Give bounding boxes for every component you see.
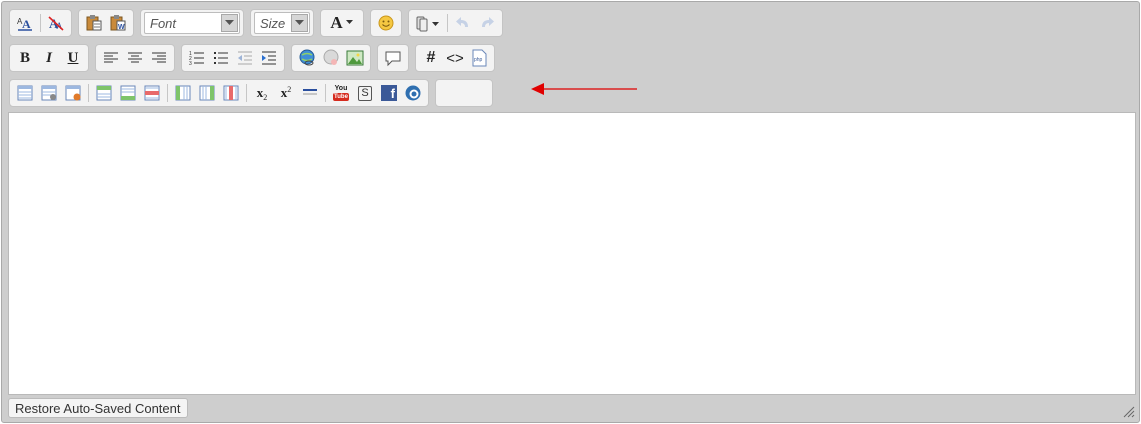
comment-group: [377, 44, 409, 72]
toolbar-row-2: B I U 123 # <> php: [9, 43, 501, 73]
underline-icon[interactable]: U: [62, 47, 84, 69]
svg-text:A: A: [22, 17, 31, 31]
horizontal-rule-icon[interactable]: [299, 82, 321, 104]
table-icon[interactable]: [14, 82, 36, 104]
align-center-icon[interactable]: [124, 47, 146, 69]
separator: [167, 84, 168, 102]
paste-group: W: [78, 9, 134, 37]
anchor-icon[interactable]: #: [420, 47, 442, 69]
spellcheck-icon[interactable]: AA: [14, 12, 36, 34]
youtube-bottom-label: Tube: [333, 93, 349, 101]
separator: [88, 84, 89, 102]
empty-toolbar-group: [435, 79, 493, 107]
size-group: Size: [250, 9, 314, 37]
superscript-icon[interactable]: x2: [275, 82, 297, 104]
editor-content-area[interactable]: [8, 112, 1136, 395]
row-delete-icon[interactable]: [141, 82, 163, 104]
separator: [325, 84, 326, 102]
italic-icon[interactable]: I: [38, 47, 60, 69]
col-after-icon[interactable]: [196, 82, 218, 104]
col-before-icon[interactable]: [172, 82, 194, 104]
spell-group: AA AA: [9, 9, 72, 37]
align-group: [95, 44, 175, 72]
toolbar-row-1: AA AA W Font Size: [9, 8, 509, 38]
undo-icon[interactable]: [452, 12, 474, 34]
subscript-icon[interactable]: x2: [251, 82, 273, 104]
php-icon[interactable]: php: [468, 47, 490, 69]
separator: [246, 84, 247, 102]
svg-text:3: 3: [189, 61, 192, 66]
unlink-icon[interactable]: [320, 47, 342, 69]
bold-icon[interactable]: B: [14, 47, 36, 69]
bullet-list-icon[interactable]: [210, 47, 232, 69]
php-label: php: [474, 57, 483, 63]
basic-styles-group: B I U: [9, 44, 89, 72]
cell-delete-icon[interactable]: [62, 82, 84, 104]
chevron-down-icon[interactable]: [221, 14, 238, 32]
youtube-top-label: You: [334, 85, 348, 92]
link-icon[interactable]: [296, 47, 318, 69]
table-props-icon[interactable]: [38, 82, 60, 104]
row-before-icon[interactable]: [93, 82, 115, 104]
align-left-icon[interactable]: [100, 47, 122, 69]
toolbar-row-3: x2 x2 You Tube S f: [9, 78, 499, 108]
facebook-icon[interactable]: f: [378, 82, 400, 104]
source-icon[interactable]: <>: [444, 47, 466, 69]
media-icon[interactable]: [402, 82, 424, 104]
indent-icon[interactable]: [258, 47, 280, 69]
row-after-icon[interactable]: [117, 82, 139, 104]
restore-autosave-button[interactable]: Restore Auto-Saved Content: [8, 398, 188, 418]
col-delete-icon[interactable]: [220, 82, 242, 104]
superscript-index: 2: [287, 84, 292, 94]
history-group: [408, 9, 503, 37]
numbered-list-icon[interactable]: 123: [186, 47, 208, 69]
emoticon-icon[interactable]: [375, 12, 397, 34]
code-group: # <> php: [415, 44, 495, 72]
table-group: x2 x2 You Tube S f: [9, 79, 429, 107]
list-group: 123: [181, 44, 285, 72]
comment-icon[interactable]: [382, 47, 404, 69]
font-group: Font: [140, 9, 244, 37]
link-group: [291, 44, 371, 72]
outdent-icon[interactable]: [234, 47, 256, 69]
separator: [40, 14, 41, 32]
svg-text:W: W: [118, 24, 125, 31]
size-select-label: Size: [260, 15, 286, 31]
font-select-label: Font: [150, 15, 177, 31]
youtube-icon[interactable]: You Tube: [330, 82, 352, 104]
attachment-icon[interactable]: [413, 12, 443, 34]
subscript-index: 2: [263, 92, 268, 102]
facebook-label: f: [381, 85, 397, 101]
font-color-group: A: [320, 9, 364, 37]
font-color-icon: A: [330, 13, 343, 32]
paste-word-icon[interactable]: W: [107, 12, 129, 34]
align-right-icon[interactable]: [148, 47, 170, 69]
strike-label: S: [358, 85, 372, 101]
separator: [447, 14, 448, 32]
chevron-down-icon[interactable]: [291, 14, 308, 32]
font-color-button[interactable]: A: [325, 12, 359, 34]
emoticon-group: [370, 9, 402, 37]
rich-text-editor: AA AA W Font Size: [1, 1, 1140, 423]
redo-icon[interactable]: [476, 12, 498, 34]
resize-handle-icon[interactable]: [1122, 405, 1135, 418]
font-select[interactable]: Font: [144, 12, 240, 34]
remove-format-icon[interactable]: AA: [45, 12, 67, 34]
image-icon[interactable]: [344, 47, 366, 69]
annotation-arrow-icon: [531, 83, 637, 95]
paste-text-icon[interactable]: [83, 12, 105, 34]
strike-icon[interactable]: S: [354, 82, 376, 104]
size-select[interactable]: Size: [254, 12, 310, 34]
